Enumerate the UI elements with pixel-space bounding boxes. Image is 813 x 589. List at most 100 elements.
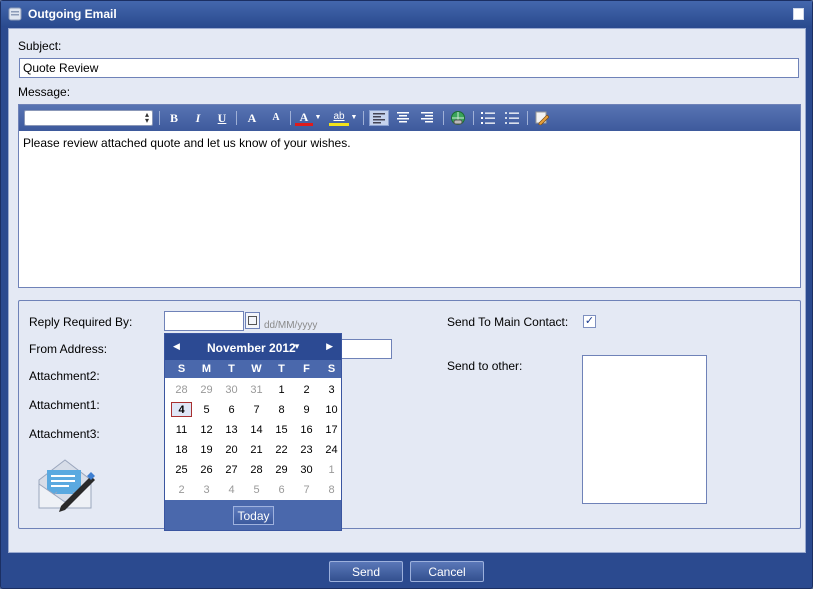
calendar-day[interactable]: 14 xyxy=(244,420,269,440)
subject-label: Subject: xyxy=(18,39,62,53)
calendar-day[interactable]: 6 xyxy=(269,480,294,500)
calendar-day[interactable]: 30 xyxy=(294,460,319,480)
calendar-day[interactable]: 9 xyxy=(294,400,319,420)
calendar-day[interactable]: 26 xyxy=(194,460,219,480)
align-center-button[interactable] xyxy=(393,110,413,126)
calendar-month-label[interactable]: November 2012 xyxy=(207,341,296,355)
calendar-day[interactable]: 4 xyxy=(169,400,194,420)
send-main-contact-label: Send To Main Contact: xyxy=(447,315,569,329)
calendar-day[interactable]: 7 xyxy=(294,480,319,500)
editor-toolbar: ▴ ▾ B I U A A A ▼ ab ▼ xyxy=(19,105,800,131)
align-left-button[interactable] xyxy=(369,110,389,126)
attachment2-label: Attachment2: xyxy=(29,369,100,383)
calendar-day[interactable]: 23 xyxy=(294,440,319,460)
calendar-day[interactable]: 28 xyxy=(244,460,269,480)
calendar-day[interactable]: 8 xyxy=(269,400,294,420)
highlight-button[interactable]: ab xyxy=(329,110,349,126)
reply-date-input[interactable] xyxy=(164,311,244,331)
title-bar[interactable]: Outgoing Email xyxy=(1,1,812,27)
maximize-icon[interactable] xyxy=(793,8,804,20)
calendar-day[interactable]: 15 xyxy=(269,420,294,440)
calendar-button[interactable] xyxy=(245,312,260,329)
from-address-input[interactable] xyxy=(339,339,392,359)
bullet-list-button[interactable] xyxy=(503,110,521,126)
next-month-icon[interactable]: ▶ xyxy=(326,341,333,352)
toolbar-separator xyxy=(473,111,474,125)
message-body[interactable]: Please review attached quote and let us … xyxy=(23,136,351,150)
calendar-day[interactable]: 16 xyxy=(294,420,319,440)
grow-font-button[interactable]: A xyxy=(243,110,261,126)
calendar-day[interactable]: 12 xyxy=(194,420,219,440)
calendar-day[interactable]: 21 xyxy=(244,440,269,460)
calendar-day[interactable]: 24 xyxy=(319,440,344,460)
email-compose-icon xyxy=(38,459,95,512)
calendar-day[interactable]: 1 xyxy=(269,380,294,400)
calendar-day[interactable]: 3 xyxy=(194,480,219,500)
calendar-day[interactable]: 22 xyxy=(269,440,294,460)
calendar-day[interactable]: 2 xyxy=(169,480,194,500)
cancel-button[interactable]: Cancel xyxy=(410,561,484,582)
calendar-day[interactable]: 17 xyxy=(319,420,344,440)
select-arrows-icon: ▴ ▾ xyxy=(144,110,149,125)
send-to-other-label: Send to other: xyxy=(447,359,523,373)
calendar-day[interactable]: 1 xyxy=(319,460,344,480)
calendar-day[interactable]: 8 xyxy=(319,480,344,500)
send-to-other-input[interactable] xyxy=(582,355,707,504)
weekday-label: W xyxy=(251,363,262,375)
format-stripper-button[interactable] xyxy=(533,110,551,126)
font-select[interactable]: ▴ ▾ xyxy=(24,110,153,126)
weekday-label: M xyxy=(201,363,212,375)
calendar-day[interactable]: 30 xyxy=(219,380,244,400)
calendar-day[interactable]: 18 xyxy=(169,440,194,460)
month-dropdown-icon[interactable]: ▼ xyxy=(293,342,301,351)
calendar-day[interactable]: 25 xyxy=(169,460,194,480)
today-button[interactable]: Today xyxy=(233,506,274,525)
calendar-day[interactable]: 19 xyxy=(194,440,219,460)
calendar-day[interactable]: 20 xyxy=(219,440,244,460)
outgoing-email-dialog: Outgoing Email Subject: Quote Review Mes… xyxy=(0,0,813,589)
numbered-list-button[interactable] xyxy=(479,110,497,126)
weekday-label: F xyxy=(303,363,310,375)
shrink-font-button[interactable]: A xyxy=(267,110,285,126)
insert-link-button[interactable] xyxy=(449,110,467,126)
selected-day-marker: 4 xyxy=(171,402,192,417)
calendar-day[interactable]: 5 xyxy=(194,400,219,420)
toolbar-separator xyxy=(159,111,160,125)
calendar-day[interactable]: 11 xyxy=(169,420,194,440)
weekday-header: SMTWTFS xyxy=(165,360,341,378)
toolbar-separator xyxy=(236,111,237,125)
calendar-day[interactable]: 4 xyxy=(219,480,244,500)
calendar-day[interactable]: 2 xyxy=(294,380,319,400)
calendar-day[interactable]: 5 xyxy=(244,480,269,500)
calendar-day[interactable]: 10 xyxy=(319,400,344,420)
calendar-day[interactable]: 27 xyxy=(219,460,244,480)
calendar-day[interactable]: 29 xyxy=(269,460,294,480)
calendar-icon xyxy=(248,316,257,325)
calendar-day[interactable]: 13 xyxy=(219,420,244,440)
calendar-day[interactable]: 31 xyxy=(244,380,269,400)
align-right-button[interactable] xyxy=(417,110,437,126)
italic-button[interactable]: I xyxy=(189,110,207,126)
font-color-button[interactable]: A xyxy=(295,110,313,126)
bold-button[interactable]: B xyxy=(165,110,183,126)
calendar-day[interactable]: 29 xyxy=(194,380,219,400)
calendar-day[interactable]: 3 xyxy=(319,380,344,400)
calendar-header: ◀ November 2012 ▼ ▶ xyxy=(165,334,341,360)
toolbar-separator xyxy=(290,111,291,125)
highlight-dropdown-icon[interactable]: ▼ xyxy=(350,110,358,126)
weekday-label: S xyxy=(327,363,336,375)
calendar-day[interactable]: 6 xyxy=(219,400,244,420)
send-button[interactable]: Send xyxy=(329,561,403,582)
align-left-icon xyxy=(373,113,385,124)
underline-button[interactable]: U xyxy=(213,110,231,126)
calendar-day[interactable]: 28 xyxy=(169,380,194,400)
weekday-label: S xyxy=(177,363,186,375)
app-icon xyxy=(8,7,22,21)
send-main-contact-checkbox[interactable]: ✓ xyxy=(583,315,596,328)
toolbar-separator xyxy=(527,111,528,125)
font-color-dropdown-icon[interactable]: ▼ xyxy=(314,110,322,126)
prev-month-icon[interactable]: ◀ xyxy=(173,341,180,352)
subject-input[interactable]: Quote Review xyxy=(19,58,799,78)
dialog-body: Subject: Quote Review Message: ▴ ▾ B I U … xyxy=(8,28,806,553)
calendar-day[interactable]: 7 xyxy=(244,400,269,420)
